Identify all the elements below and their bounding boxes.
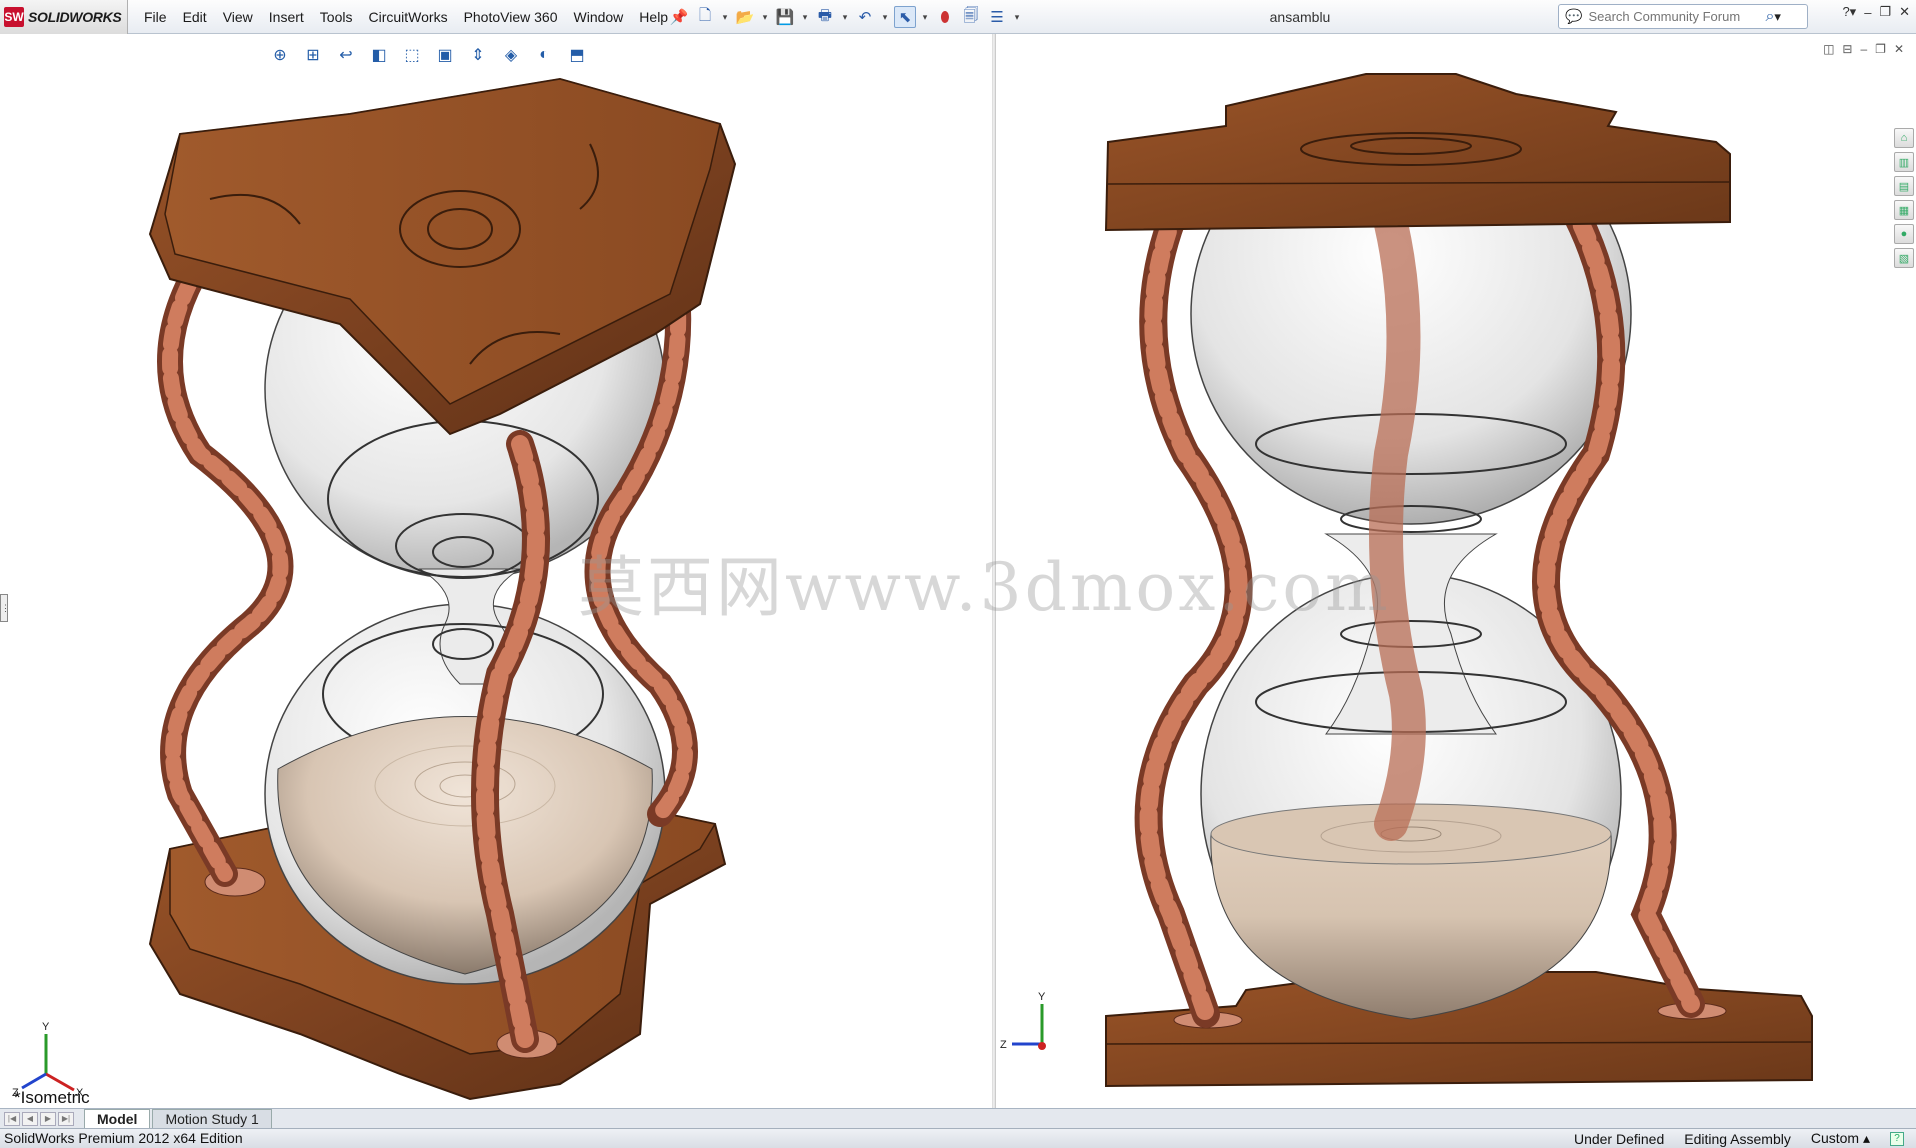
first-tab-icon[interactable]: |◀ — [4, 1111, 20, 1126]
solidworks-logo-icon: SW — [4, 7, 24, 27]
search-icon[interactable]: ⌕ — [1765, 8, 1774, 26]
document-title: ansamblu — [1269, 9, 1331, 25]
solidworks-logo-text: SOLIDWORKS — [28, 9, 122, 25]
undo-icon[interactable]: ↶ — [854, 6, 876, 28]
home-icon[interactable]: ⌂ — [1894, 128, 1914, 148]
svg-text:Y: Y — [42, 1021, 50, 1033]
new-document-icon[interactable]: 🗋 — [694, 6, 716, 28]
undo-dropdown-icon[interactable]: ▾ — [880, 12, 890, 23]
file-properties-icon[interactable]: 🗐 — [960, 6, 982, 28]
coordinate-triad: Y Z — [1000, 991, 1046, 1051]
tab-scroll-buttons: |◀ ◀ ▶ ▶| — [0, 1111, 84, 1126]
appearances-icon[interactable]: ● — [1894, 224, 1914, 244]
hourglass-isometric-model[interactable]: Y X Z — [0, 34, 992, 1108]
open-dropdown-icon[interactable]: ▾ — [760, 12, 770, 23]
help-status-icon[interactable]: ? — [1890, 1131, 1904, 1146]
view-orientation-label: *Isometric — [14, 1088, 90, 1107]
graphics-area-front[interactable]: ◫ ⊟ – ❐ ✕ Y Z ⌂ ▥ ▤ ▦ ● ▧ — [996, 34, 1916, 1108]
hourglass-front-model[interactable]: Y Z — [996, 34, 1916, 1108]
save-icon[interactable]: 💾 — [774, 6, 796, 28]
tab-motion-study-1[interactable]: Motion Study 1 — [152, 1109, 272, 1128]
solidworks-logo[interactable]: SW SOLIDWORKS — [0, 0, 128, 34]
view-palette-icon[interactable]: ▦ — [1894, 200, 1914, 220]
help-icon[interactable]: ?▾ — [1842, 4, 1856, 20]
prev-tab-icon[interactable]: ◀ — [22, 1111, 38, 1126]
task-pane-tabs: ⌂ ▥ ▤ ▦ ● ▧ — [1894, 128, 1916, 268]
restore-icon[interactable]: ❐ — [1879, 4, 1891, 20]
svg-text:Z: Z — [1000, 1039, 1007, 1051]
menu-view[interactable]: View — [215, 9, 261, 25]
search-input[interactable] — [1588, 9, 1764, 24]
svg-text:Y: Y — [1038, 991, 1046, 1003]
editing-mode-status: Editing Assembly — [1684, 1130, 1791, 1147]
graphics-area-isometric[interactable]: ⊕ ⊞ ↩ ◧ ⬚ ▣ ⇕ ◈ ◐ ⬒ Y X Z ⋮ *Isometric — [0, 34, 992, 1108]
select-dropdown-icon[interactable]: ▾ — [920, 12, 930, 23]
menu-circuitworks[interactable]: CircuitWorks — [360, 9, 455, 25]
hourglass-top-cap — [1104, 73, 1731, 232]
search-dropdown-icon[interactable]: ▾ — [1774, 9, 1781, 25]
file-explorer-icon[interactable]: ▤ — [1894, 176, 1914, 196]
definition-status: Under Defined — [1573, 1130, 1665, 1147]
options-icon[interactable]: ☰ — [986, 6, 1008, 28]
menu-edit[interactable]: Edit — [175, 9, 215, 25]
custom-properties-icon[interactable]: ▧ — [1894, 248, 1914, 268]
quick-access-toolbar: 📌 🗋 ▾ 📂 ▾ 💾 ▾ 🖶 ▾ ↶ ▾ ⬉ ▾ ⬮ 🗐 ☰ ▾ — [668, 4, 1022, 30]
menu-tools[interactable]: Tools — [312, 9, 361, 25]
edition-label: SolidWorks Premium 2012 x64 Edition — [4, 1130, 243, 1146]
rebuild-traffic-light-icon[interactable]: ⬮ — [934, 6, 956, 28]
open-icon[interactable]: 📂 — [734, 6, 756, 28]
minimize-icon[interactable]: – — [1864, 5, 1871, 20]
main-menu: File Edit View Insert Tools CircuitWorks… — [136, 0, 676, 34]
status-bar: SolidWorks Premium 2012 x64 Edition Unde… — [0, 1128, 1916, 1148]
model-tabs-bar: |◀ ◀ ▶ ▶| Model Motion Study 1 — [0, 1108, 1916, 1128]
chat-bubble-icon: 💬 — [1565, 8, 1583, 24]
design-library-icon[interactable]: ▥ — [1894, 152, 1914, 172]
units-selector[interactable]: Custom ▴ — [1811, 1130, 1870, 1147]
next-tab-icon[interactable]: ▶ — [40, 1111, 56, 1126]
menu-insert[interactable]: Insert — [261, 9, 312, 25]
feature-manager-handle[interactable]: ⋮ — [0, 594, 10, 622]
tab-model[interactable]: Model — [84, 1109, 151, 1128]
close-icon[interactable]: ✕ — [1899, 4, 1910, 20]
new-dropdown-icon[interactable]: ▾ — [720, 12, 730, 23]
select-arrow-icon[interactable]: ⬉ — [894, 6, 916, 28]
last-tab-icon[interactable]: ▶| — [58, 1111, 74, 1126]
print-icon[interactable]: 🖶 — [814, 6, 836, 28]
menu-photoview-360[interactable]: PhotoView 360 — [456, 9, 566, 25]
window-controls: ?▾ – ❐ ✕ — [1842, 4, 1910, 20]
options-dropdown-icon[interactable]: ▾ — [1012, 12, 1022, 23]
search-box[interactable]: 💬 ⌕ ▾ — [1558, 4, 1808, 29]
menu-bar: SW SOLIDWORKS File Edit View Insert Tool… — [0, 0, 1916, 34]
units-label: Custom — [1810, 1130, 1860, 1146]
pin-icon[interactable]: 📌 — [668, 6, 690, 28]
menu-file[interactable]: File — [136, 9, 175, 25]
print-dropdown-icon[interactable]: ▾ — [840, 12, 850, 23]
save-dropdown-icon[interactable]: ▾ — [800, 12, 810, 23]
menu-window[interactable]: Window — [566, 9, 632, 25]
